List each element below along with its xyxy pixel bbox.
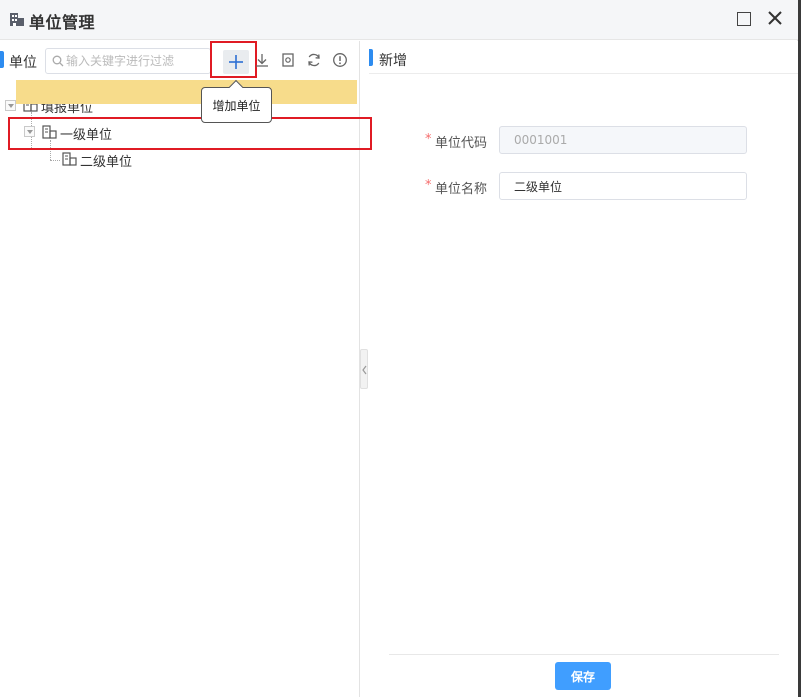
tree-node-label[interactable]: 一级单位: [60, 124, 112, 143]
tooltip-text: 增加单位: [212, 99, 261, 113]
save-button[interactable]: 保存: [555, 662, 611, 690]
dialog-title: 单位管理: [29, 13, 96, 32]
tree-row-selected[interactable]: [16, 80, 357, 104]
unit-code-label: 单位代码: [435, 136, 488, 151]
required-mark: *: [425, 132, 432, 147]
unit-management-dialog: 单位管理 单位 输入关键字进行过滤 增加单位 填报单位 一级单位 二级单位 新增…: [0, 0, 798, 697]
tree-toggle-root[interactable]: [5, 100, 16, 111]
refresh-button[interactable]: [304, 50, 324, 70]
unit-name-field[interactable]: [499, 172, 747, 200]
preview-button[interactable]: [278, 50, 298, 70]
tree-node-label[interactable]: 二级单位: [80, 151, 132, 170]
building-icon: [10, 13, 24, 26]
close-icon[interactable]: [765, 8, 785, 28]
search-input[interactable]: [66, 51, 206, 71]
pane-splitter[interactable]: [360, 349, 368, 389]
tree-connector: [50, 160, 60, 161]
info-icon: [333, 53, 347, 67]
form-row-code: * 单位代码: [369, 125, 798, 155]
add-unit-button[interactable]: [223, 50, 249, 74]
footer-divider: [389, 654, 779, 655]
search-icon: [52, 55, 64, 67]
download-icon: [256, 54, 268, 67]
required-mark: *: [425, 178, 432, 193]
search-box[interactable]: [45, 48, 211, 74]
unit-form-pane: 新增 * 单位代码 * 单位名称 保存: [369, 41, 798, 697]
tree-pane-label: 单位: [9, 55, 37, 71]
form-row-name: * 单位名称: [369, 171, 798, 201]
plus-icon: [229, 55, 243, 69]
unit-code-field: [499, 126, 747, 154]
header-divider: [369, 73, 798, 74]
download-button[interactable]: [252, 50, 272, 70]
dialog-titlebar: 单位管理: [0, 0, 798, 40]
section-accent: [0, 51, 4, 68]
unit-name-label: 单位名称: [435, 182, 488, 197]
tree-connector: [50, 140, 51, 160]
preview-icon: [282, 53, 294, 67]
maximize-icon[interactable]: [737, 12, 751, 26]
unit-tree-pane: 单位 输入关键字进行过滤 增加单位: [0, 41, 360, 697]
tree-toolbar: 单位: [0, 41, 360, 79]
chevron-left-icon: [362, 365, 367, 375]
section-accent: [369, 49, 373, 66]
unit-icon: [42, 125, 57, 139]
unit-icon: [62, 152, 77, 166]
tree-toggle-level1[interactable]: [24, 126, 35, 137]
info-button[interactable]: [330, 50, 350, 70]
form-title: 新增: [379, 53, 407, 69]
refresh-icon: [308, 53, 320, 67]
add-unit-tooltip: 增加单位: [201, 79, 272, 123]
